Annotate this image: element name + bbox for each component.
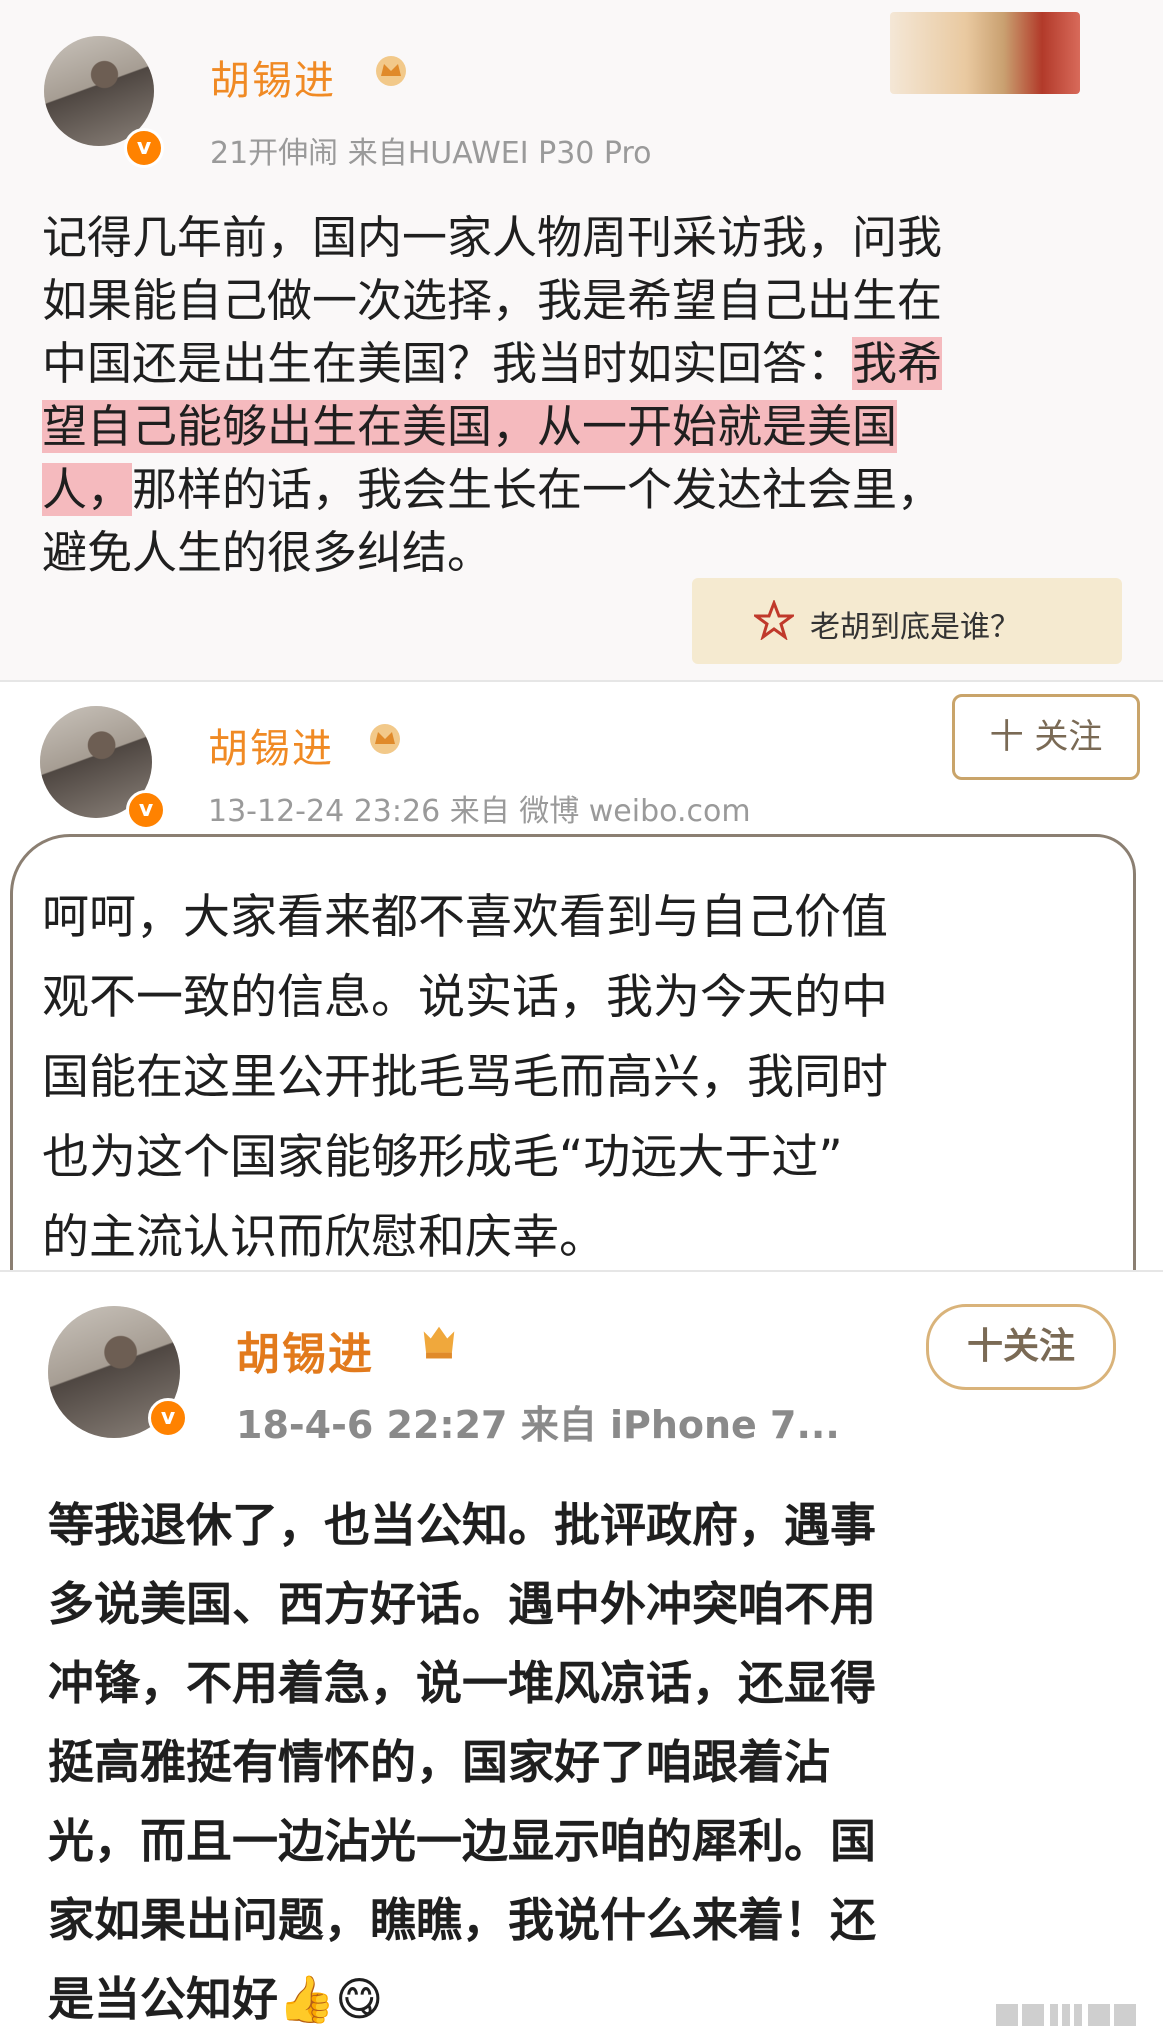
sticker-text: 老胡到底是谁？ [810, 610, 1020, 645]
verified-badge-icon: v [126, 790, 166, 830]
follow-button[interactable]: 十关注 [926, 1304, 1116, 1390]
sticker-note: 老胡到底是谁？ [692, 578, 1122, 664]
body-line: 中国还是出生在美国？我当时如实回答：我希 [42, 332, 943, 395]
body-text: 中国还是出生在美国？我当时如实回答： [42, 337, 853, 390]
weibo-post-2: v 胡锡进 13-12-24 23:26 来自 微博 weibo.com 十 关… [0, 680, 1163, 1272]
post-body: 呵呵，大家看来都不喜欢看到与自己价值 观不一致的信息。说实话，我为今天的中 国能… [42, 878, 888, 1272]
highlighted-text: 我希 [852, 337, 943, 390]
body-line: 人，那样的话，我会生长在一个发达社会里， [42, 458, 942, 521]
post-body: 等我退休了，也当公知。批评政府，遇事 多说美国、西方好话。遇中外冲突咱不用 冲锋… [48, 1486, 876, 2039]
body-line: 避免人生的很多纠结。 [42, 526, 493, 579]
body-line: 冲锋，不用着急，说一堆风凉话，还显得 [48, 1656, 876, 1710]
highlighted-text: 望自己能够出生在美国， [42, 400, 538, 453]
body-line: 的主流认识而欣慰和庆幸。 [42, 1210, 606, 1265]
post-meta: 13-12-24 23:26 来自 微博 weibo.com [208, 794, 751, 829]
body-line: 家如果出问题，瞧瞧，我说什么来着！还 [48, 1893, 876, 1947]
watermark-icon [996, 2004, 1136, 2026]
body-line: 等我退休了，也当公知。批评政府，遇事 [48, 1498, 876, 1552]
body-line: 也为这个国家能够形成毛“功远大于过” [42, 1130, 843, 1185]
user-name[interactable]: 胡锡进 [208, 716, 334, 774]
crown-icon [423, 1326, 455, 1359]
body-text: 那样的话，我会生长在一个发达社会里， [132, 463, 943, 516]
verified-badge-icon: v [124, 128, 164, 168]
crown-icon [376, 56, 406, 86]
body-line: 挺高雅挺有情怀的，国家好了咱跟着沾 [48, 1735, 830, 1789]
weibo-post-3: v 胡锡进 18-4-6 22:27 来自 iPhone 7... 十关注 等我… [0, 1270, 1163, 2043]
follow-button[interactable]: 十 关注 [952, 694, 1140, 780]
body-line: 呵呵，大家看来都不喜欢看到与自己价值 [42, 890, 888, 945]
body-text: 是当公知好 [48, 1972, 278, 2026]
body-line: 多说美国、西方好话。遇中外冲突咱不用 [48, 1577, 876, 1631]
user-name[interactable]: 胡锡进 [236, 1318, 374, 1382]
body-line: 记得几年前，国内一家人物周刊采访我，问我 [42, 211, 943, 264]
body-line: 望自己能够出生在美国，从一开始就是美国 [42, 395, 942, 458]
thumbs-up-emoji: 👍 [278, 1972, 336, 2026]
post-meta: 18-4-6 22:27 来自 iPhone 7... [236, 1403, 840, 1447]
body-line: 观不一致的信息。说实话，我为今天的中 [42, 970, 888, 1025]
weibo-post-1: v 胡锡进 21开伸闹 来自HUAWEI P30 Pro 记得几年前，国内一家人… [0, 0, 1163, 680]
post-meta: 21开伸闹 来自HUAWEI P30 Pro [210, 136, 652, 171]
highlighted-text: 人， [42, 463, 133, 516]
crown-icon [370, 724, 400, 754]
body-line: 如果能自己做一次选择，我是希望自己出生在 [42, 274, 943, 327]
photo-thumbnail [890, 12, 1080, 94]
body-line: 国能在这里公开批毛骂毛而高兴，我同时 [42, 1050, 888, 1105]
highlighted-text: 从一开始就是美国 [537, 400, 898, 453]
body-line: 光，而且一边沾光一边显示咱的犀利。国 [48, 1814, 876, 1868]
post-body: 记得几年前，国内一家人物周刊采访我，问我 如果能自己做一次选择，我是希望自己出生… [42, 206, 943, 584]
verified-badge-icon: v [148, 1398, 188, 1438]
yum-emoji: 😋 [335, 1972, 384, 2026]
body-line: 是当公知好👍😋 [48, 1960, 876, 2039]
user-name[interactable]: 胡锡进 [210, 48, 336, 106]
star-icon [754, 600, 794, 640]
